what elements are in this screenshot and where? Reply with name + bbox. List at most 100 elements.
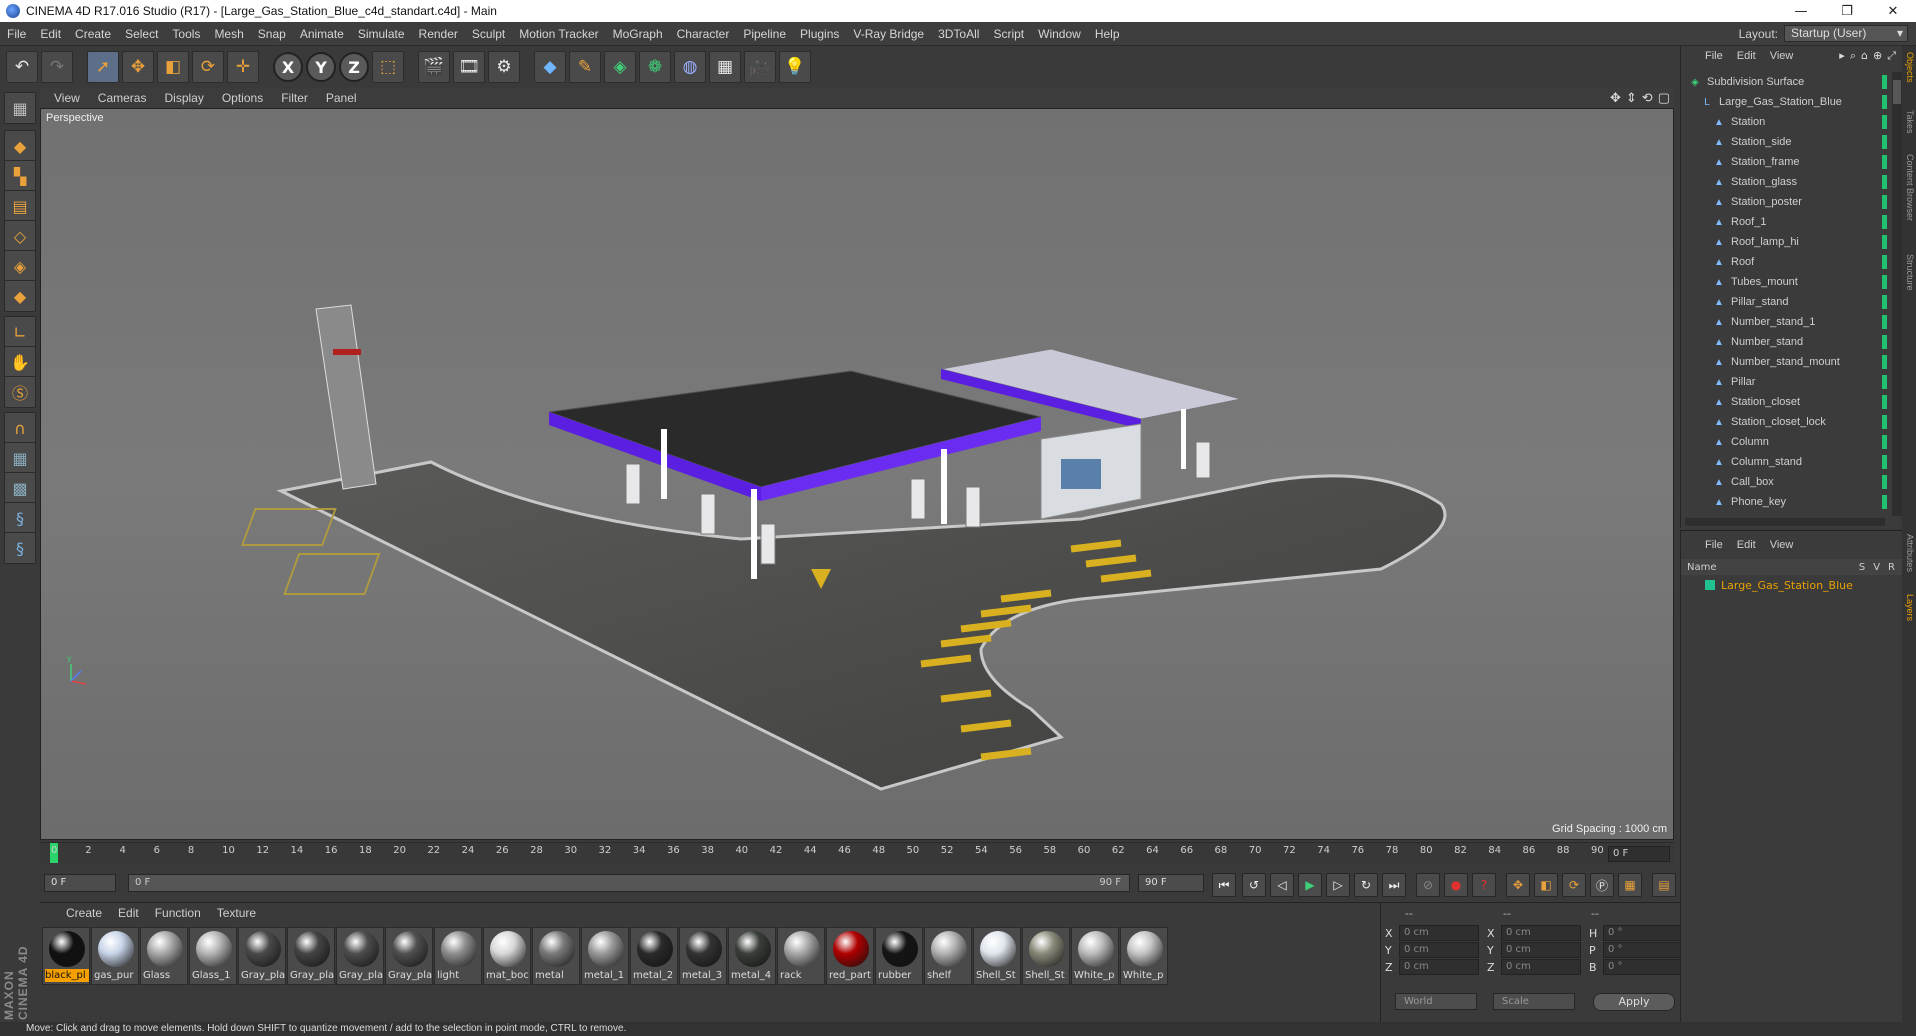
maximize-button[interactable]: ❐: [1824, 0, 1870, 22]
model-mode-icon[interactable]: ◆: [4, 130, 36, 162]
object-visibility-tag[interactable]: [1882, 135, 1887, 149]
current-frame-field[interactable]: 0 F: [1608, 846, 1670, 862]
object-row[interactable]: ▲ Column: [1681, 432, 1891, 452]
object-visibility-tag[interactable]: [1882, 415, 1887, 429]
apply-button[interactable]: Apply: [1593, 993, 1675, 1011]
object-menu-view[interactable]: View: [1770, 50, 1794, 62]
object-visibility-tag[interactable]: [1882, 235, 1887, 249]
object-row[interactable]: ▲ Roof: [1681, 252, 1891, 272]
object-row[interactable]: ▲ Station_side: [1681, 132, 1891, 152]
minimize-button[interactable]: —: [1778, 0, 1824, 22]
close-button[interactable]: ✕: [1870, 0, 1916, 22]
menu-create[interactable]: Create: [68, 27, 118, 41]
content-browser-tab[interactable]: Content Browser: [1903, 154, 1915, 221]
undo-button[interactable]: ↶: [6, 51, 38, 83]
tweak-mode-icon[interactable]: ✋: [4, 346, 36, 378]
timeline-window-button[interactable]: ▤: [1652, 873, 1676, 897]
material-menu-function[interactable]: Function: [155, 906, 201, 920]
goto-next-key-button[interactable]: ↻: [1354, 873, 1378, 897]
menu-motion-tracker[interactable]: Motion Tracker: [512, 27, 605, 41]
material-swatch[interactable]: black_pl: [42, 927, 90, 985]
coordinate-system-button[interactable]: ⬚: [372, 51, 404, 83]
edges-mode-icon[interactable]: ◈: [4, 250, 36, 282]
light-button[interactable]: 💡: [779, 51, 811, 83]
viewport-menu-filter[interactable]: Filter: [281, 91, 308, 105]
object-row[interactable]: ▲ Station_closet_lock: [1681, 412, 1891, 432]
python-console-icon[interactable]: §: [4, 532, 36, 564]
viewport-menu-display[interactable]: Display: [164, 91, 203, 105]
menu-window[interactable]: Window: [1031, 27, 1088, 41]
menu-mesh[interactable]: Mesh: [207, 27, 250, 41]
object-visibility-tag[interactable]: [1882, 95, 1887, 109]
keyframe-selection-button[interactable]: ?: [1472, 873, 1496, 897]
object-visibility-tag[interactable]: [1882, 215, 1887, 229]
size-mode-dropdown[interactable]: Scale: [1493, 993, 1575, 1010]
object-visibility-tag[interactable]: [1882, 335, 1887, 349]
object-row[interactable]: ▲ Pillar: [1681, 372, 1891, 392]
position-value-field[interactable]: 0 cm: [1399, 925, 1479, 941]
make-editable-icon[interactable]: ▦: [4, 92, 36, 124]
material-swatch[interactable]: Glass: [140, 927, 188, 985]
live-selection-button[interactable]: ✛: [227, 51, 259, 83]
object-visibility-tag[interactable]: [1882, 255, 1887, 269]
object-visibility-tag[interactable]: [1882, 395, 1887, 409]
y-axis-lock-button[interactable]: Y: [306, 52, 336, 82]
points-mode-icon[interactable]: ◇: [4, 220, 36, 252]
object-row[interactable]: ▲ Pillar_stand: [1681, 292, 1891, 312]
goto-previous-key-button[interactable]: ↺: [1242, 873, 1266, 897]
toggle-layout-icon[interactable]: ▢: [1658, 90, 1670, 106]
object-row[interactable]: ▲ Station_closet: [1681, 392, 1891, 412]
material-swatch[interactable]: red_part: [826, 927, 874, 985]
material-menu-edit[interactable]: Edit: [118, 906, 139, 920]
layers-tab[interactable]: Layers: [1903, 594, 1915, 621]
object-row[interactable]: ▲ Column_stand: [1681, 452, 1891, 472]
object-visibility-tag[interactable]: [1882, 375, 1887, 389]
object-row[interactable]: ◈ Subdivision Surface: [1681, 72, 1891, 92]
object-visibility-tag[interactable]: [1882, 295, 1887, 309]
object-visibility-tag[interactable]: [1882, 495, 1887, 509]
structure-tab[interactable]: Structure: [1903, 254, 1915, 291]
layer-row[interactable]: Large_Gas_Station_Blue: [1681, 577, 1903, 593]
solo-mode-icon[interactable]: Ⓢ: [4, 376, 36, 408]
object-visibility-tag[interactable]: [1882, 175, 1887, 189]
material-swatch[interactable]: rack: [777, 927, 825, 985]
end-frame-field[interactable]: 90 F: [1138, 874, 1204, 892]
spline-pen-button[interactable]: ✎: [569, 51, 601, 83]
scale-tool-button[interactable]: ◧: [157, 51, 189, 83]
object-row[interactable]: ▲ Number_stand_mount: [1681, 352, 1891, 372]
object-row[interactable]: L Large_Gas_Station_Blue: [1681, 92, 1891, 112]
x-axis-lock-button[interactable]: X: [273, 52, 303, 82]
material-swatch[interactable]: gas_pur: [91, 927, 139, 985]
object-row[interactable]: ▲ Tubes_mount: [1681, 272, 1891, 292]
viewport-menu-view[interactable]: View: [54, 91, 80, 105]
workplane-mode-icon[interactable]: ▤: [4, 190, 36, 222]
menu-snap[interactable]: Snap: [251, 27, 293, 41]
size-value-field[interactable]: 0 cm: [1501, 942, 1581, 958]
frame-range-slider[interactable]: 0 F 90 F: [128, 874, 1130, 892]
rotation-value-field[interactable]: 0 °: [1603, 925, 1683, 941]
material-menu-create[interactable]: Create: [66, 906, 102, 920]
material-swatch[interactable]: Gray_pla: [238, 927, 286, 985]
object-visibility-tag[interactable]: [1882, 355, 1887, 369]
menu-plugins[interactable]: Plugins: [793, 27, 846, 41]
perspective-viewport[interactable]: y Perspective Grid Spacing : 1000 cm: [40, 108, 1674, 840]
object-visibility-tag[interactable]: [1882, 115, 1887, 129]
home-icon[interactable]: ⌂: [1861, 49, 1868, 63]
axis-mode-icon[interactable]: ∟: [4, 316, 36, 348]
record-rotation-button[interactable]: ⟳: [1562, 873, 1586, 897]
object-row[interactable]: ▲ Station_frame: [1681, 152, 1891, 172]
size-value-field[interactable]: 0 cm: [1501, 959, 1581, 975]
deformer-button[interactable]: ◍: [674, 51, 706, 83]
material-swatch[interactable]: mat_boc: [483, 927, 531, 985]
object-visibility-tag[interactable]: [1882, 195, 1887, 209]
menu-character[interactable]: Character: [670, 27, 737, 41]
menu-file[interactable]: File: [0, 27, 33, 41]
cloner-button[interactable]: ❁: [639, 51, 671, 83]
material-swatch[interactable]: rubber: [875, 927, 923, 985]
position-value-field[interactable]: 0 cm: [1399, 959, 1479, 975]
position-value-field[interactable]: 0 cm: [1399, 942, 1479, 958]
object-visibility-tag[interactable]: [1882, 455, 1887, 469]
object-visibility-tag[interactable]: [1882, 75, 1887, 89]
object-visibility-tag[interactable]: [1882, 435, 1887, 449]
expand-icon[interactable]: ⤢: [1887, 49, 1896, 63]
